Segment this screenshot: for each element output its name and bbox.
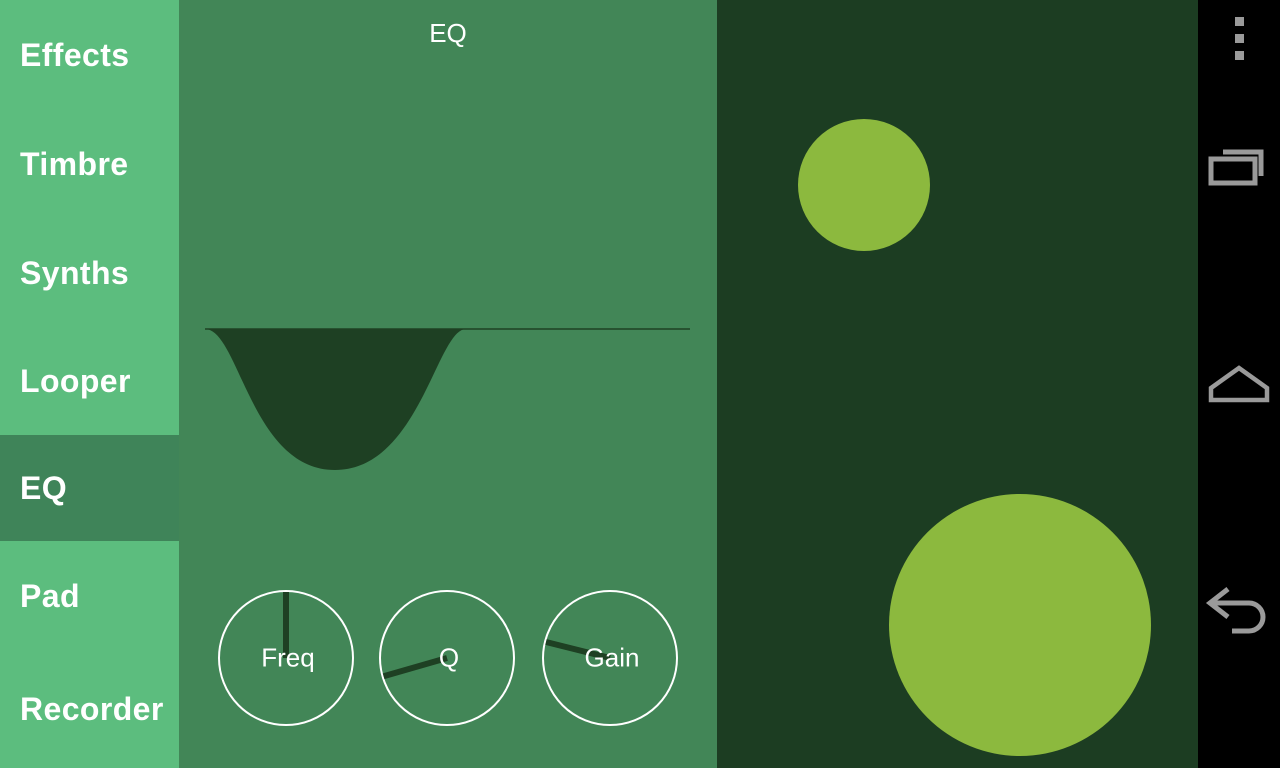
sidebar-item-eq[interactable]: EQ (0, 435, 179, 541)
knob-freq-pointer (283, 592, 289, 658)
eq-curve-fill (205, 329, 466, 470)
sidebar: Effects Timbre Synths Looper EQ Pad Reco… (0, 0, 179, 768)
sidebar-item-pad[interactable]: Pad (0, 541, 179, 651)
knob-gain[interactable]: Gain (542, 590, 678, 726)
knob-gain-pointer (545, 639, 611, 661)
sidebar-item-label: Recorder (20, 691, 164, 727)
app-root: Effects Timbre Synths Looper EQ Pad Reco… (0, 0, 1280, 768)
sidebar-item-timbre[interactable]: Timbre (0, 110, 179, 219)
sidebar-item-label: EQ (20, 469, 68, 506)
menu-dot-icon (1234, 50, 1244, 60)
sidebar-item-effects[interactable]: Effects (0, 0, 179, 110)
sidebar-item-synths[interactable]: Synths (0, 219, 179, 328)
sidebar-item-label: Effects (20, 36, 130, 73)
eq-curve-graph[interactable] (179, 0, 717, 560)
knob-q-pointer (382, 655, 448, 680)
eq-panel: EQ Freq Q Gain (179, 0, 717, 768)
back-button[interactable] (1198, 572, 1280, 648)
android-navbar (1198, 0, 1280, 768)
home-icon (1208, 365, 1270, 403)
back-icon (1205, 587, 1266, 634)
recents-button[interactable] (1198, 125, 1280, 205)
home-button[interactable] (1198, 348, 1280, 424)
knob-q[interactable]: Q (379, 590, 515, 726)
sidebar-item-label: Pad (20, 577, 80, 614)
small-blob (798, 119, 930, 251)
sidebar-item-recorder[interactable]: Recorder (0, 651, 179, 768)
sidebar-item-label: Looper (20, 363, 131, 399)
menu-dot-icon (1234, 16, 1244, 26)
visualizer-panel[interactable] (717, 0, 1198, 768)
recents-icon (1208, 149, 1264, 186)
sidebar-item-label: Timbre (20, 146, 129, 182)
overflow-menu-button[interactable] (1198, 0, 1280, 76)
knob-freq[interactable]: Freq (218, 590, 354, 726)
menu-dot-icon (1234, 33, 1244, 43)
sidebar-item-looper[interactable]: Looper (0, 328, 179, 435)
large-blob (889, 494, 1151, 756)
sidebar-item-label: Synths (20, 255, 130, 291)
